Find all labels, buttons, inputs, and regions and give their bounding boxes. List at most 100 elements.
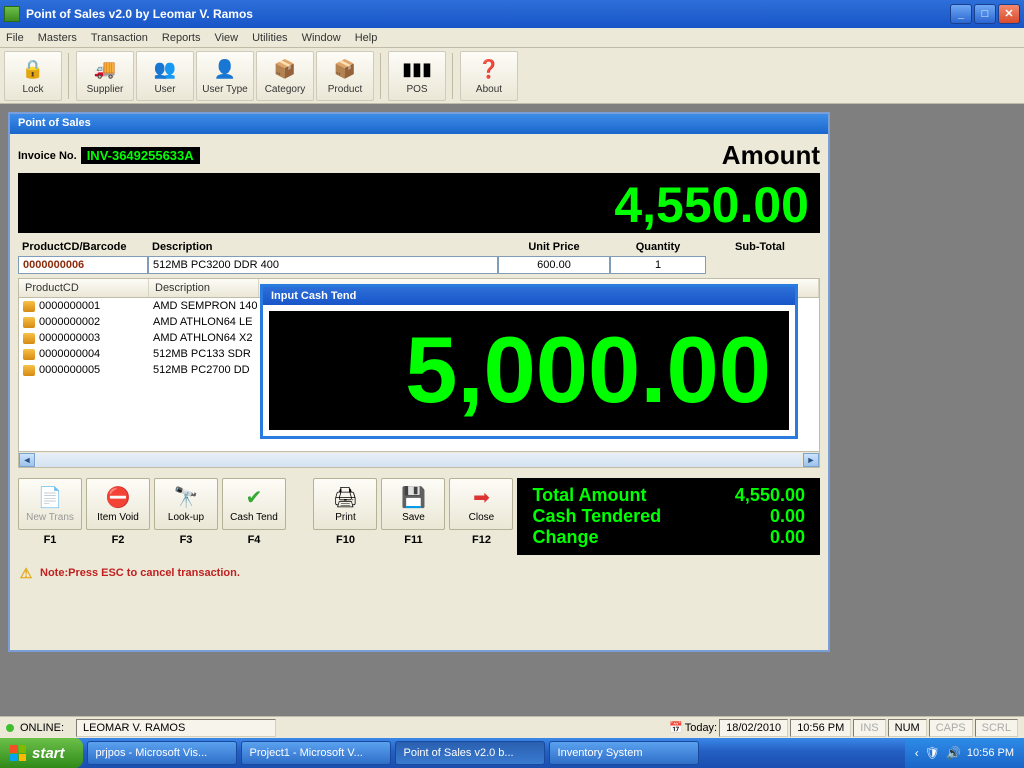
newtrans-button[interactable]: 📄New Trans: [18, 478, 82, 530]
close-pos-button[interactable]: ➡Close: [449, 478, 513, 530]
product-icon: 📦: [331, 56, 359, 82]
online-label: ONLINE:: [20, 722, 64, 734]
unitprice-input[interactable]: [498, 256, 610, 274]
pos-button[interactable]: ▮▮▮POS: [388, 51, 446, 101]
grid-header-description[interactable]: Description: [149, 279, 259, 297]
taskbar-item[interactable]: Project1 - Microsoft V...: [241, 741, 391, 765]
status-ins: INS: [853, 719, 885, 737]
category-button[interactable]: 📦Category: [256, 51, 314, 101]
fkey-label: F1: [18, 534, 82, 546]
col-quantity: Quantity: [610, 239, 706, 256]
taskbar-item[interactable]: Inventory System: [549, 741, 699, 765]
fkey-label: F12: [449, 534, 513, 546]
save-button[interactable]: 💾Save: [381, 478, 445, 530]
toolbar-separator: [380, 53, 384, 99]
row-icon: [23, 301, 35, 312]
users-icon: 👥: [151, 56, 179, 82]
menu-file[interactable]: File: [6, 32, 24, 44]
about-button[interactable]: ❓About: [460, 51, 518, 101]
cash-tendered-label: Cash Tendered: [532, 506, 769, 527]
cash-tend-input[interactable]: 5,000.00: [269, 311, 789, 430]
scroll-left-icon[interactable]: ◄: [19, 453, 35, 467]
maximize-button[interactable]: □: [974, 4, 996, 24]
print-button[interactable]: 🖨Print: [313, 478, 377, 530]
fkey-label: F10: [313, 534, 377, 546]
fkey-label: F3: [154, 534, 218, 546]
newtrans-icon: 📄: [38, 486, 63, 510]
menu-masters[interactable]: Masters: [38, 32, 77, 44]
usertype-button[interactable]: 👤User Type: [196, 51, 254, 101]
total-amount-value: 4,550.00: [735, 485, 805, 506]
today-label: Today:: [685, 722, 717, 734]
taskbar-item[interactable]: Point of Sales v2.0 b...: [395, 741, 545, 765]
row-icon: [23, 349, 35, 360]
truck-icon: 🚚: [91, 56, 119, 82]
productcd-input[interactable]: [18, 256, 148, 274]
tray-shield-icon[interactable]: 🛡: [925, 746, 940, 760]
taskbar-item[interactable]: prjpos - Microsoft Vis...: [87, 741, 237, 765]
status-user: LEOMAR V. RAMOS: [76, 719, 276, 737]
lock-button[interactable]: 🔒Lock: [4, 51, 62, 101]
menu-bar: File Masters Transaction Reports View Ut…: [0, 28, 1024, 48]
system-tray: ‹ 🛡 🔊 10:56 PM: [905, 738, 1024, 768]
total-amount-label: Total Amount: [532, 485, 734, 506]
product-button[interactable]: 📦Product: [316, 51, 374, 101]
row-icon: [23, 333, 35, 344]
grid-hscrollbar[interactable]: ◄ ►: [19, 451, 819, 467]
entry-row: [18, 256, 820, 274]
cashtend-button[interactable]: ✔Cash Tend: [222, 478, 286, 530]
minimize-button[interactable]: _: [950, 4, 972, 24]
col-productcd: ProductCD/Barcode: [18, 239, 148, 256]
fkey-label: F4: [222, 534, 286, 546]
change-value: 0.00: [770, 527, 805, 548]
lookup-button[interactable]: 🔭Look-up: [154, 478, 218, 530]
cash-dialog-title: Input Cash Tend: [263, 287, 795, 305]
tray-chevron-icon[interactable]: ‹: [915, 746, 919, 760]
menu-view[interactable]: View: [214, 32, 238, 44]
main-toolbar: 🔒Lock 🚚Supplier 👥User 👤User Type 📦Catego…: [0, 48, 1024, 104]
cash-tendered-value: 0.00: [770, 506, 805, 527]
amount-label: Amount: [200, 140, 820, 171]
scroll-track[interactable]: [36, 453, 802, 467]
menu-transaction[interactable]: Transaction: [91, 32, 148, 44]
tray-clock[interactable]: 10:56 PM: [967, 747, 1014, 759]
barcode-icon: ▮▮▮: [403, 56, 431, 82]
totals-panel: Total Amount4,550.00 Cash Tendered0.00 C…: [517, 478, 820, 555]
supplier-button[interactable]: 🚚Supplier: [76, 51, 134, 101]
toolbar-separator: [452, 53, 456, 99]
app-titlebar: Point of Sales v2.0 by Leomar V. Ramos _…: [0, 0, 1024, 28]
user-button[interactable]: 👥User: [136, 51, 194, 101]
fkey-label: F2: [86, 534, 150, 546]
col-subtotal: Sub-Total: [706, 239, 814, 256]
category-icon: 📦: [271, 56, 299, 82]
menu-help[interactable]: Help: [355, 32, 378, 44]
menu-window[interactable]: Window: [302, 32, 341, 44]
note-text: Note:Press ESC to cancel transaction.: [40, 567, 240, 579]
tray-network-icon[interactable]: 🔊: [946, 746, 961, 760]
menu-utilities[interactable]: Utilities: [252, 32, 287, 44]
action-row: 📄New Trans F1 ⛔Item Void F2 🔭Look-up F3 …: [18, 478, 820, 555]
menu-reports[interactable]: Reports: [162, 32, 201, 44]
invoice-label: Invoice No.: [18, 150, 77, 162]
status-caps: CAPS: [929, 719, 973, 737]
description-input[interactable]: [148, 256, 498, 274]
scroll-right-icon[interactable]: ►: [803, 453, 819, 467]
help-icon: ❓: [475, 56, 503, 82]
toolbar-separator: [68, 53, 72, 99]
col-description: Description: [148, 239, 498, 256]
app-title: Point of Sales v2.0 by Leomar V. Ramos: [26, 7, 948, 21]
grid-header-productcd[interactable]: ProductCD: [19, 279, 149, 297]
col-unitprice: Unit Price: [498, 239, 610, 256]
itemvoid-button[interactable]: ⛔Item Void: [86, 478, 150, 530]
invoice-number: INV-3649255633A: [81, 147, 200, 164]
row-icon: [23, 365, 35, 376]
save-icon: 💾: [401, 486, 426, 510]
status-scrl: SCRL: [975, 719, 1018, 737]
binoculars-icon: 🔭: [174, 486, 199, 510]
quantity-input[interactable]: [610, 256, 706, 274]
start-button[interactable]: start: [0, 738, 83, 768]
check-icon: ✔: [246, 486, 263, 510]
close-button[interactable]: ✕: [998, 4, 1020, 24]
online-indicator-icon: [6, 724, 14, 732]
status-num: NUM: [888, 719, 927, 737]
